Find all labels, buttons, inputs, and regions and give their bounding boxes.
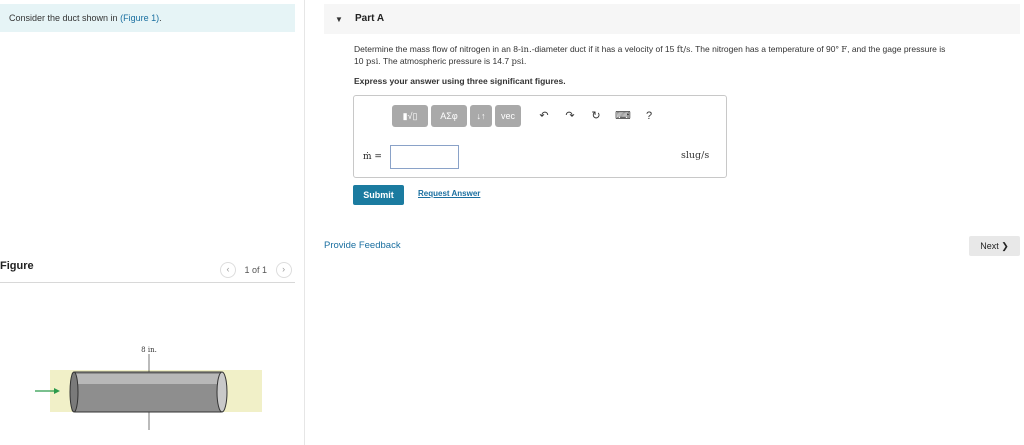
help-icon[interactable]: ? — [642, 105, 656, 127]
question-segment: 10 — [354, 56, 366, 66]
prev-figure-button[interactable]: ‹ — [220, 262, 236, 278]
figure-header: Figure ‹ 1 of 1 › — [0, 260, 295, 283]
reset-icon[interactable]: ↻ — [588, 105, 604, 127]
question-unit: psi — [511, 57, 524, 67]
question-unit: in. — [520, 45, 532, 55]
question-segment: . — [523, 56, 527, 66]
subscript-superscript-icon[interactable]: ↓↑ — [470, 105, 492, 127]
provide-feedback-link[interactable]: Provide Feedback — [324, 240, 401, 251]
figure-page-count: 1 of 1 — [244, 265, 268, 275]
duct-figure: 8 in. — [30, 340, 270, 440]
figure-link[interactable]: (Figure 1) — [120, 13, 159, 23]
question-segment: -diameter duct if it has a velocity of 1… — [531, 44, 677, 54]
intro-text: Consider the duct shown in (Figure 1). — [0, 4, 295, 32]
answer-unit: slug/s — [681, 150, 710, 161]
templates-icon[interactable]: ▮√▯ — [392, 105, 428, 127]
submit-button[interactable]: Submit — [353, 185, 404, 205]
vector-icon[interactable]: vec — [495, 105, 521, 127]
panel-divider — [304, 0, 305, 445]
part-title[interactable]: Part A — [355, 13, 384, 24]
intro-prefix: Consider the duct shown in — [9, 13, 121, 23]
keyboard-icon[interactable]: ⌨ — [614, 105, 632, 127]
question-segment: . The nitrogen has a temperature of 90° — [690, 44, 842, 54]
undo-icon[interactable]: ↶ — [536, 105, 552, 127]
figure-pager: ‹ 1 of 1 › — [220, 262, 292, 278]
answer-box: ▮√▯ ΑΣφ ↓↑ vec ↶ ↷ ↻ ⌨ ? ṁ = slug/s — [353, 95, 727, 178]
dimension-label: 8 in. — [141, 346, 157, 354]
question-unit: psi — [365, 57, 379, 67]
question-segment: Determine the mass flow of nitrogen in a… — [354, 44, 521, 54]
answer-instruction: Express your answer using three signific… — [354, 76, 566, 86]
question-segment: . The atmospheric pressure is 14.7 — [378, 56, 512, 66]
part-header[interactable]: ▼ Part A — [324, 4, 1020, 34]
next-button[interactable]: Next ❯ — [969, 236, 1020, 256]
question-segment: , and the gage pressure is — [847, 44, 946, 54]
duct-right-end — [216, 371, 228, 413]
question-text: Determine the mass flow of nitrogen in a… — [354, 44, 1022, 68]
duct-highlight — [74, 374, 222, 384]
duct-left-end — [69, 371, 79, 413]
intro-suffix: . — [159, 13, 162, 23]
right-panel: ▼ Part A Determine the mass flow of nitr… — [324, 0, 1024, 445]
question-unit: ft/s — [676, 45, 691, 55]
left-panel: Consider the duct shown in (Figure 1). F… — [0, 0, 300, 445]
mass-flow-label: ṁ = — [363, 152, 382, 162]
next-figure-button[interactable]: › — [275, 262, 292, 278]
request-answer-link[interactable]: Request Answer — [418, 189, 480, 198]
figure-title: Figure — [0, 260, 34, 272]
duct-illustration: 8 in. — [35, 346, 262, 430]
redo-icon[interactable]: ↷ — [562, 105, 578, 127]
answer-input[interactable] — [390, 145, 459, 169]
collapse-caret-icon[interactable]: ▼ — [335, 15, 343, 24]
greek-letters-icon[interactable]: ΑΣφ — [431, 105, 467, 127]
